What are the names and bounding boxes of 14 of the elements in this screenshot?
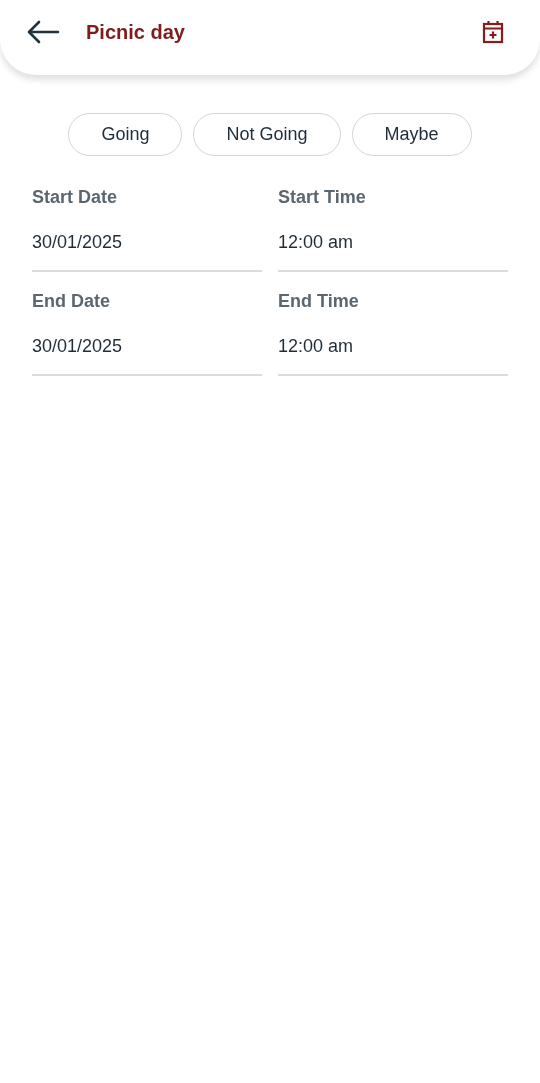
input-field[interactable]: 30/01/2025 — [32, 333, 262, 376]
rsvp-button[interactable]: Maybe — [351, 113, 472, 156]
calendar-add-icon[interactable] — [482, 19, 504, 44]
back-arrow-icon[interactable] — [26, 19, 60, 44]
field-label: End Time — [278, 290, 360, 313]
field-label: Start Time — [278, 186, 367, 209]
page-title: Picnic day — [86, 19, 185, 45]
input-field[interactable]: 12:00 am — [278, 229, 508, 272]
rsvp-button[interactable]: Not Going — [193, 113, 341, 156]
input-field[interactable]: 12:00 am — [278, 333, 508, 376]
field-label: End Date — [32, 290, 111, 313]
rsvp-button[interactable]: Going — [68, 113, 183, 156]
input-field[interactable]: 30/01/2025 — [32, 229, 262, 272]
field-label: Start Date — [32, 186, 119, 209]
